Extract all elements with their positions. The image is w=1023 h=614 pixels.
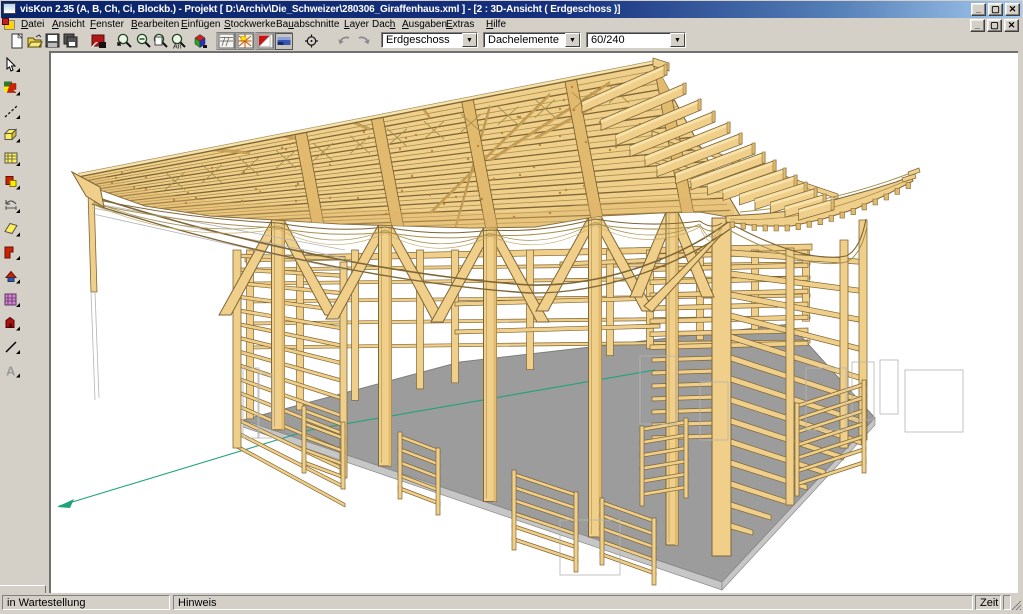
svg-text:A: A	[6, 364, 16, 379]
svg-text:An: An	[173, 44, 182, 51]
